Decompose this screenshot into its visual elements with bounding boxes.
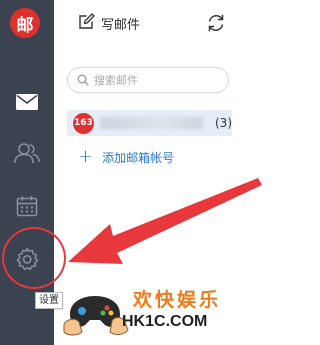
plus-icon: + <box>78 146 94 167</box>
compose-button[interactable]: 写邮件 <box>78 12 141 34</box>
search-icon <box>77 71 89 90</box>
annotation-circle <box>2 227 66 289</box>
watermark: 欢快娱乐 HK1C.COM <box>62 278 277 342</box>
provider-badge: 163 <box>73 112 94 134</box>
refresh-icon[interactable] <box>206 13 226 33</box>
contacts-icon[interactable] <box>12 141 42 165</box>
add-account-button[interactable]: + 添加邮箱帐号 <box>78 148 174 166</box>
search-input[interactable] <box>94 73 212 87</box>
compose-label: 写邮件 <box>101 17 141 33</box>
edit-icon <box>78 12 95 34</box>
gamepad-hands-logo <box>63 296 129 336</box>
calendar-icon[interactable] <box>12 194 42 218</box>
account-name-redacted <box>99 117 203 129</box>
app-logo: 邮 <box>10 8 40 38</box>
search-box[interactable] <box>67 67 229 93</box>
mail-icon[interactable] <box>12 90 42 114</box>
watermark-domain: HK1C.COM <box>122 313 208 330</box>
mail-account-row[interactable]: 163 (3) <box>67 110 232 136</box>
add-account-label: 添加邮箱帐号 <box>102 150 175 165</box>
unread-count: (3) <box>215 116 232 130</box>
watermark-title: 欢快娱乐 <box>133 289 222 311</box>
settings-tooltip: 设置 <box>35 292 63 309</box>
